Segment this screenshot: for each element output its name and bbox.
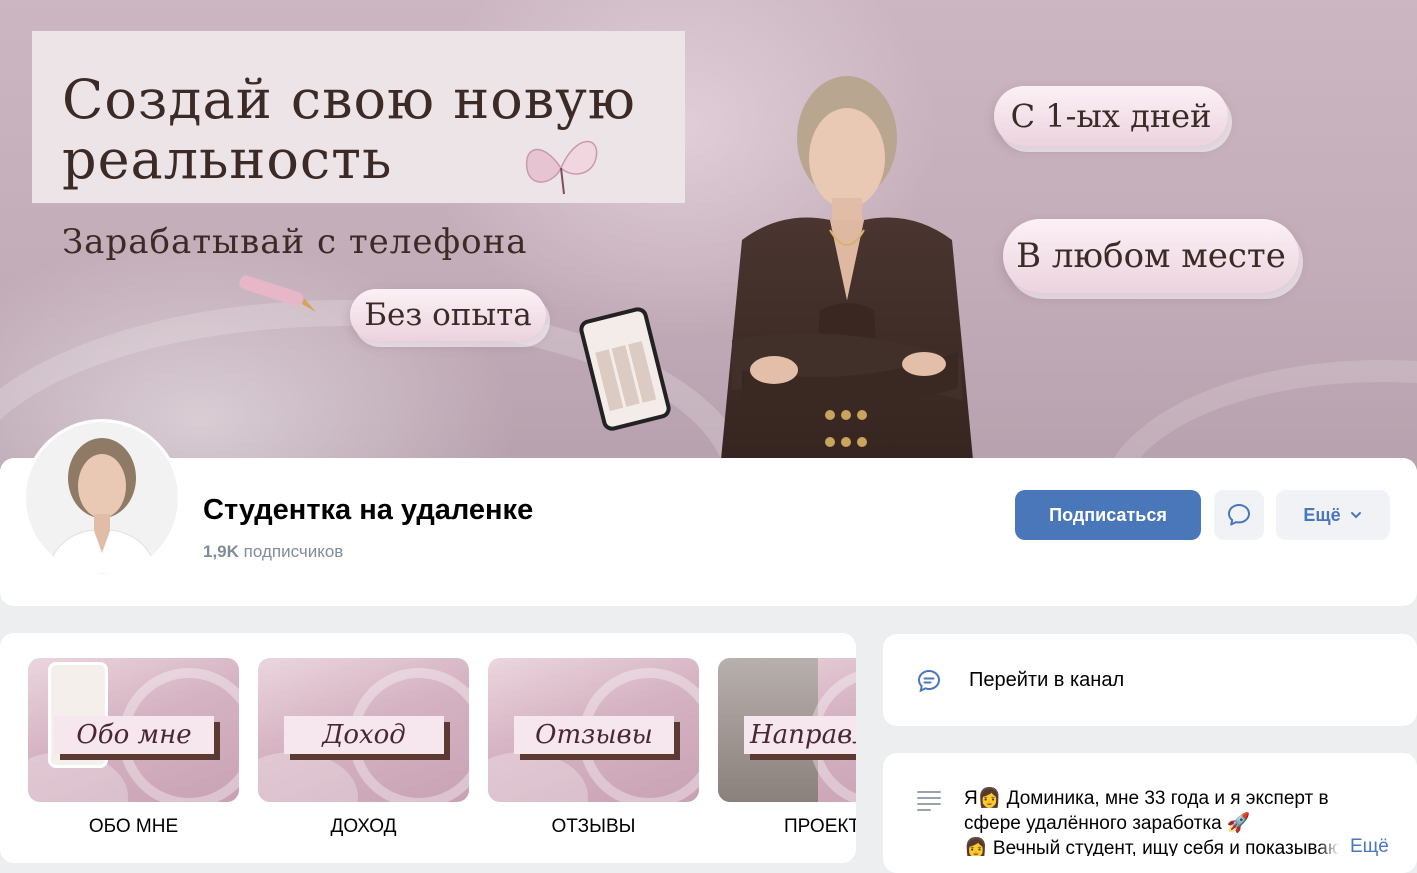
avatar-portrait	[26, 422, 178, 574]
description-line: Я👩 Доминика, мне 33 года и я эксперт в	[964, 788, 1329, 809]
pill-anywhere: В любом месте	[1003, 219, 1299, 293]
message-button[interactable]	[1214, 490, 1264, 540]
phone-screen	[595, 341, 657, 411]
description-line: сфере удалённого заработка 🚀	[964, 813, 1251, 834]
subscribe-button[interactable]: Подписаться	[1015, 490, 1201, 540]
go-to-channel-link[interactable]: Перейти в канал	[969, 669, 1124, 692]
cover-swirl	[1100, 360, 1417, 470]
pill-label: В любом месте	[1016, 236, 1286, 276]
album-thumbnail[interactable]: Направл	[718, 658, 856, 802]
chevron-down-icon	[1350, 512, 1361, 519]
followers-count[interactable]: 1,9K подписчиков	[203, 542, 343, 562]
text-lines-icon	[917, 791, 941, 811]
album-title: Отзывы	[514, 716, 674, 754]
pill-label: С 1-ых дней	[1010, 97, 1212, 135]
cover-subline: Зарабатывай с телефона	[62, 222, 528, 262]
album-title: Направл	[744, 716, 856, 754]
pill-no-experience: Без опыта	[350, 289, 546, 341]
album-title: Доход	[284, 716, 444, 754]
album-thumbnail[interactable]: Доход	[258, 658, 469, 802]
pill-label: Без опыта	[364, 297, 532, 333]
followers-number: 1,9K	[203, 542, 239, 561]
headline-line2: реальность	[62, 128, 393, 191]
album-thumbnail[interactable]: Обо мне	[28, 658, 239, 802]
album-thumbnail[interactable]: Отзывы	[488, 658, 699, 802]
album-decoration	[488, 752, 588, 802]
group-name: Студентка на удаленке	[203, 494, 534, 526]
profile-header	[0, 458, 1417, 606]
go-to-channel-card[interactable]	[883, 634, 1417, 726]
album-caption[interactable]: ОБО МНЕ	[28, 816, 239, 838]
album-caption[interactable]: ДОХОД	[258, 816, 469, 838]
more-label: Ещё	[1303, 504, 1341, 525]
album-title: Обо мне	[54, 716, 214, 754]
followers-label: подписчиков	[243, 542, 344, 561]
woman-portrait	[720, 76, 974, 470]
message-bubble-icon	[1228, 504, 1250, 526]
album-caption[interactable]: ОТЗЫВЫ	[488, 816, 699, 838]
show-more-link[interactable]: Ещё	[1318, 836, 1389, 858]
pill-first-days: С 1-ых дней	[994, 86, 1228, 146]
pen-icon	[239, 275, 316, 312]
avatar[interactable]	[26, 422, 178, 574]
headline-line1: Создай свою новую	[62, 68, 636, 131]
chat-bubble-icon	[917, 669, 941, 693]
album-decoration	[258, 752, 358, 802]
album-caption[interactable]: ПРОЕКТ	[718, 816, 856, 838]
more-button[interactable]: Ещё	[1276, 490, 1390, 540]
butterfly-icon	[525, 140, 598, 195]
cover-image: Создай свою новую реальность Зарабатывай …	[0, 0, 1417, 470]
